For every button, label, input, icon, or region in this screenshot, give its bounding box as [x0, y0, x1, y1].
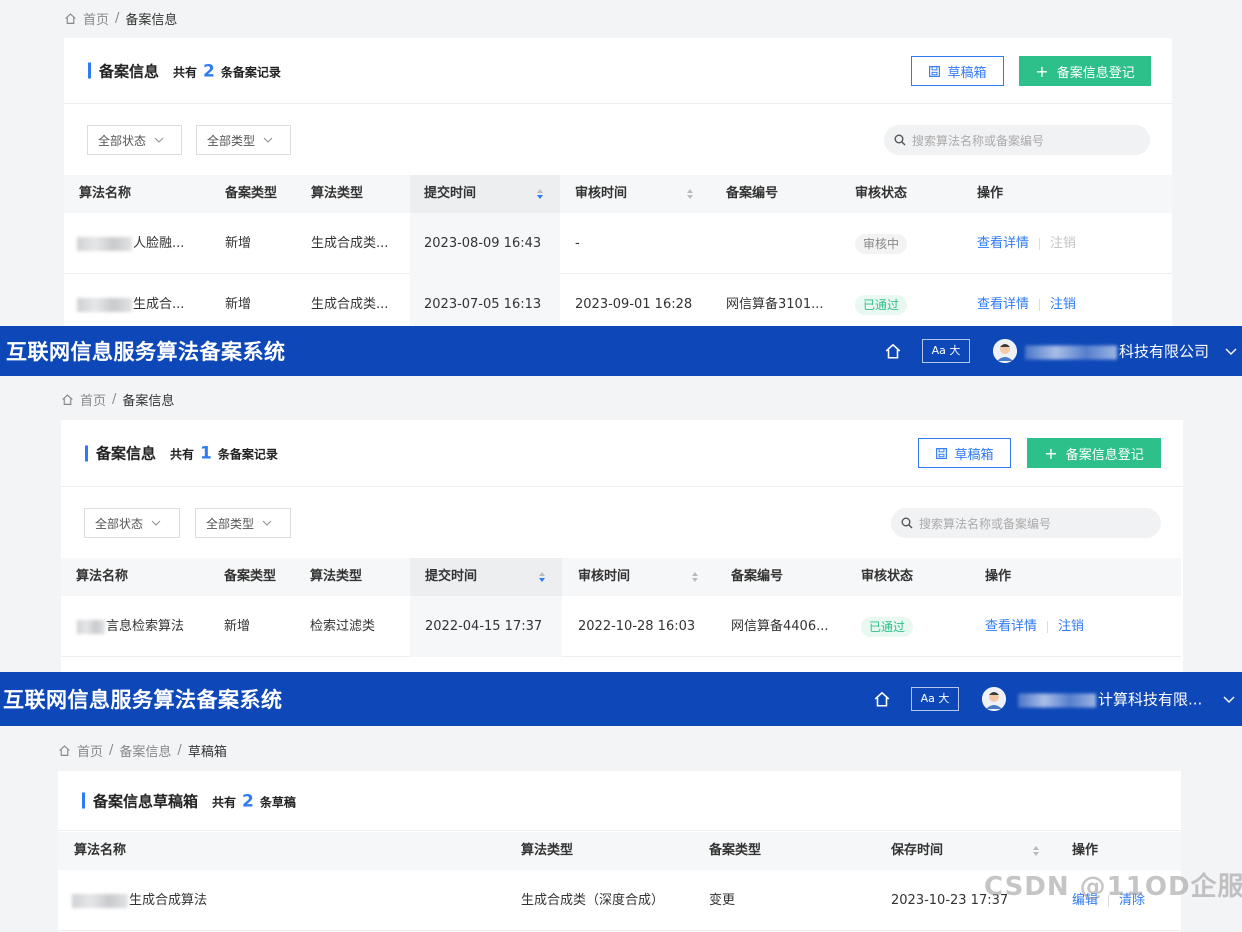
type-filter-select[interactable]: 全部类型 [196, 125, 291, 155]
watermark-text: CSDN @11OD企服 [984, 872, 1242, 902]
card-title: 备案信息 共有 1 条备案记录 [85, 443, 278, 464]
chevron-down-icon [262, 520, 272, 526]
record-count: 2 [203, 61, 215, 81]
breadcrumb: 首页 / 备案信息 [61, 390, 174, 409]
font-size-button[interactable]: Aa 大 [911, 687, 959, 711]
breadcrumb-home[interactable]: 首页 [77, 741, 103, 760]
type-filter-select[interactable]: 全部类型 [195, 508, 291, 538]
drafts-card: 备案信息草稿箱 共有 2 条草稿 算法名称 算法类型 备案类型 保存时间 操作 … [58, 771, 1181, 932]
sort-icon[interactable] [536, 188, 544, 200]
chevron-down-icon [154, 137, 164, 143]
table-row: 人脸融... 新增 生成合成类... 2023-08-09 16:43 - 审核… [64, 213, 1172, 274]
sort-icon[interactable] [686, 188, 694, 200]
breadcrumb-current: 备案信息 [125, 13, 178, 28]
top-navigation-bar: 互联网信息服务算法备案系统 Aa 大 计算科技有限... [0, 672, 1242, 726]
breadcrumb: 首页 / 备案信息 / 草稿箱 [58, 741, 227, 760]
page-title: 备案信息 [99, 62, 160, 80]
table-header: 算法名称 备案类型 算法类型 提交时间 审核时间 备案编号 审核状态 操作 [61, 558, 1181, 596]
save-icon [936, 447, 948, 459]
search-input[interactable]: 搜索算法名称或备案编号 [884, 125, 1150, 155]
draft-box-button[interactable]: 草稿箱 [918, 438, 1011, 468]
system-title: 互联网信息服务算法备案系统 [3, 688, 283, 712]
save-time-column[interactable]: 保存时间 [891, 832, 943, 870]
view-details-link[interactable]: 查看详情 [977, 236, 1029, 251]
review-time-column[interactable]: 审核时间 [578, 558, 630, 596]
home-icon[interactable] [64, 12, 77, 25]
draft-count: 2 [242, 791, 254, 811]
system-title: 互联网信息服务算法备案系统 [6, 340, 286, 364]
top-navigation-bar: 互联网信息服务算法备案系统 Aa 大 科技有限公司 [0, 326, 1242, 376]
submit-time-column[interactable]: 提交时间 [424, 175, 476, 213]
search-icon [901, 517, 913, 529]
user-avatar[interactable] [982, 687, 1006, 711]
records-card: 备案信息 共有 2 条备案记录 草稿箱 + 备案信息登记 全部状态 全部类型 搜… [64, 38, 1172, 326]
status-badge: 已通过 [855, 294, 908, 315]
view-details-link[interactable]: 查看详情 [977, 297, 1029, 312]
chevron-down-icon[interactable] [1224, 344, 1238, 358]
records-panel-1: 首页 / 备案信息 备案信息 共有 2 条备案记录 草稿箱 + 备案信息登记 全… [0, 0, 1242, 326]
avatar-icon [993, 339, 1017, 363]
font-size-button[interactable]: Aa 大 [922, 339, 970, 363]
search-icon [894, 134, 906, 146]
chevron-down-icon [263, 137, 273, 143]
search-input[interactable]: 搜索算法名称或备案编号 [891, 508, 1161, 538]
card-title: 备案信息草稿箱 共有 2 条草稿 [82, 790, 296, 811]
status-filter-select[interactable]: 全部状态 [84, 508, 180, 538]
breadcrumb-current: 草稿箱 [187, 745, 227, 760]
breadcrumb-filing-info[interactable]: 备案信息 [119, 741, 171, 760]
home-icon[interactable] [58, 744, 71, 757]
records-panel-2: 首页 / 备案信息 备案信息 共有 1 条备案记录 草稿箱 + 备案信息登记 全… [0, 376, 1242, 672]
cancel-filing-link: 注销 [1050, 236, 1077, 251]
view-details-link[interactable]: 查看详情 [985, 619, 1037, 634]
company-name[interactable]: 科技有限公司 [1025, 341, 1209, 362]
avatar-icon [982, 687, 1006, 711]
sort-icon[interactable] [691, 571, 699, 583]
submit-time-column[interactable]: 提交时间 [425, 558, 477, 596]
breadcrumb: 首页 / 备案信息 [64, 9, 177, 28]
breadcrumb-current: 备案信息 [122, 394, 175, 409]
card-title: 备案信息 共有 2 条备案记录 [88, 60, 281, 81]
save-icon [929, 65, 941, 77]
page-title: 备案信息草稿箱 [93, 792, 199, 810]
status-badge: 已通过 [861, 616, 914, 637]
plus-icon: + [1044, 443, 1058, 463]
table-row: 生成合... 新增 生成合成类... 2023-07-05 16:13 2023… [64, 274, 1172, 326]
home-icon[interactable] [61, 393, 74, 406]
table-header: 算法名称 备案类型 算法类型 提交时间 审核时间 备案编号 审核状态 操作 [64, 175, 1172, 213]
cancel-filing-link[interactable]: 注销 [1050, 297, 1076, 312]
home-icon[interactable] [873, 690, 891, 708]
record-count: 1 [200, 443, 212, 464]
breadcrumb-home[interactable]: 首页 [80, 390, 106, 409]
draft-box-button[interactable]: 草稿箱 [911, 56, 1004, 86]
card-header: 备案信息 共有 2 条备案记录 草稿箱 + 备案信息登记 [64, 38, 1172, 104]
card-header: 备案信息 共有 1 条备案记录 草稿箱 + 备案信息登记 [61, 420, 1183, 487]
review-time-column[interactable]: 审核时间 [575, 175, 627, 213]
register-filing-button[interactable]: + 备案信息登记 [1019, 56, 1151, 86]
status-filter-select[interactable]: 全部状态 [87, 125, 182, 155]
status-badge: 审核中 [855, 233, 908, 254]
records-card: 备案信息 共有 1 条备案记录 草稿箱 + 备案信息登记 全部状态 全部类型 搜… [61, 420, 1183, 672]
plus-icon: + [1035, 61, 1049, 81]
company-name[interactable]: 计算科技有限... [1018, 689, 1202, 710]
sort-icon[interactable] [538, 571, 546, 583]
chevron-down-icon [151, 520, 161, 526]
register-filing-button[interactable]: + 备案信息登记 [1027, 438, 1161, 468]
breadcrumb-home[interactable]: 首页 [83, 9, 109, 28]
home-icon[interactable] [884, 342, 902, 360]
card-header: 备案信息草稿箱 共有 2 条草稿 [58, 771, 1181, 831]
cancel-filing-link[interactable]: 注销 [1058, 619, 1084, 634]
page-title: 备案信息 [96, 444, 157, 463]
table-header: 算法名称 算法类型 备案类型 保存时间 操作 [58, 832, 1181, 870]
user-avatar[interactable] [993, 339, 1017, 363]
chevron-down-icon[interactable] [1222, 692, 1236, 706]
sort-icon[interactable] [1032, 845, 1040, 857]
table-row: 言息检索算法 新增 检索过滤类 2022-04-15 17:37 2022-10… [61, 596, 1181, 657]
